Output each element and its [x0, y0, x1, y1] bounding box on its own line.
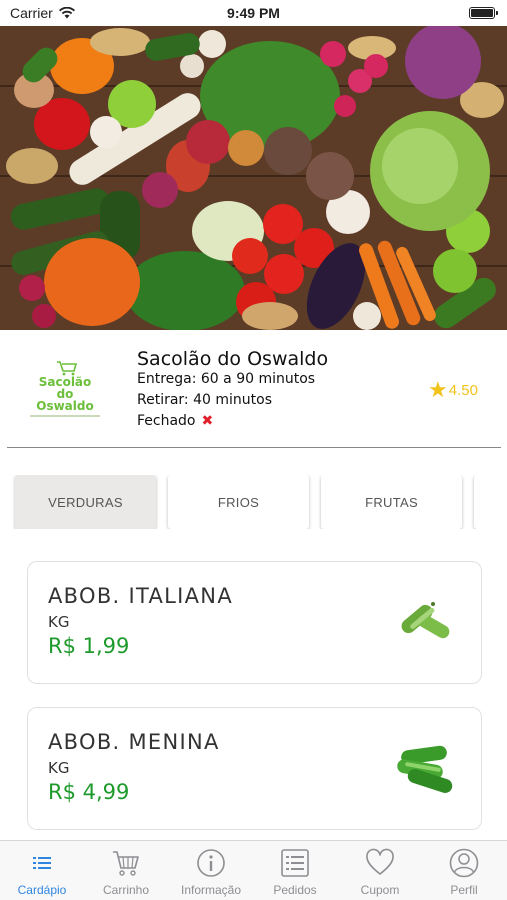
tab-informacao[interactable]: Informação [169, 841, 253, 900]
tab-pedidos[interactable]: Pedidos [253, 841, 337, 900]
info-icon [197, 849, 225, 877]
orders-list-icon [281, 849, 309, 877]
tab-label: Cardápio [17, 883, 67, 897]
closed-x-icon: ✖ [201, 413, 214, 429]
tab-label: Carrinho [102, 883, 150, 897]
tab-next-partial[interactable] [474, 475, 507, 529]
store-info: Sacolão do Oswaldo Sacolão do Oswaldo En… [0, 330, 507, 448]
product-price: R$ 4,99 [48, 780, 130, 804]
zucchini-icon [397, 745, 453, 793]
logo-text-line-3: Oswaldo [36, 399, 94, 413]
store-name: Sacolão do Oswaldo [137, 348, 329, 370]
vegetables-illustration [0, 26, 507, 330]
battery-icon [469, 7, 498, 19]
tab-frios[interactable]: FRIOS [168, 475, 309, 529]
zucchini-icon [401, 602, 450, 639]
cart-icon [113, 851, 139, 876]
divider [7, 447, 501, 448]
bottom-tab-bar: Cardápio Carrinho Informação Pedidos Cup… [0, 840, 507, 900]
product-price: R$ 1,99 [48, 634, 130, 658]
logo-tagline [30, 415, 100, 417]
product-name: ABOB. MENINA [48, 730, 220, 754]
heart-icon [366, 848, 394, 875]
pickup-time: Retirar: 40 minutos [137, 392, 272, 408]
menu-list-icon [33, 857, 51, 869]
clock: 9:49 PM [227, 5, 280, 21]
logo-cart-icon [57, 361, 78, 376]
store-status: Fechado ✖ [137, 413, 213, 429]
status-bar: Carrier 9:49 PM [0, 0, 507, 26]
tab-label: Perfil [450, 883, 478, 897]
tab-carrinho[interactable]: Carrinho [84, 841, 168, 900]
tab-label: Informação [180, 883, 242, 897]
tab-label: Pedidos [273, 883, 317, 897]
category-tabs: VERDURAS FRIOS FRUTAS [0, 475, 507, 529]
product-card[interactable]: ABOB. ITALIANA KG R$ 1,99 [27, 561, 482, 684]
profile-icon [449, 848, 479, 878]
product-name: ABOB. ITALIANA [48, 584, 233, 608]
tab-perfil[interactable]: Perfil [422, 841, 506, 900]
tab-verduras[interactable]: VERDURAS [15, 475, 156, 529]
store-status-label: Fechado [137, 413, 196, 429]
tab-cardapio[interactable]: Cardápio [0, 841, 84, 900]
tab-cupom[interactable]: Cupom [338, 841, 422, 900]
store-logo: Sacolão do Oswaldo [22, 354, 108, 426]
tab-frutas[interactable]: FRUTAS [321, 475, 462, 529]
rating-value: 4.50 [448, 381, 478, 399]
store-banner-image [0, 26, 507, 330]
store-rating: ★ 4.50 [428, 377, 478, 402]
product-card[interactable]: ABOB. MENINA KG R$ 4,99 [27, 707, 482, 830]
star-icon: ★ [428, 377, 448, 402]
tab-label: Cupom [360, 883, 400, 897]
product-unit: KG [48, 759, 70, 777]
delivery-time: Entrega: 60 a 90 minutos [137, 371, 316, 387]
product-unit: KG [48, 613, 70, 631]
